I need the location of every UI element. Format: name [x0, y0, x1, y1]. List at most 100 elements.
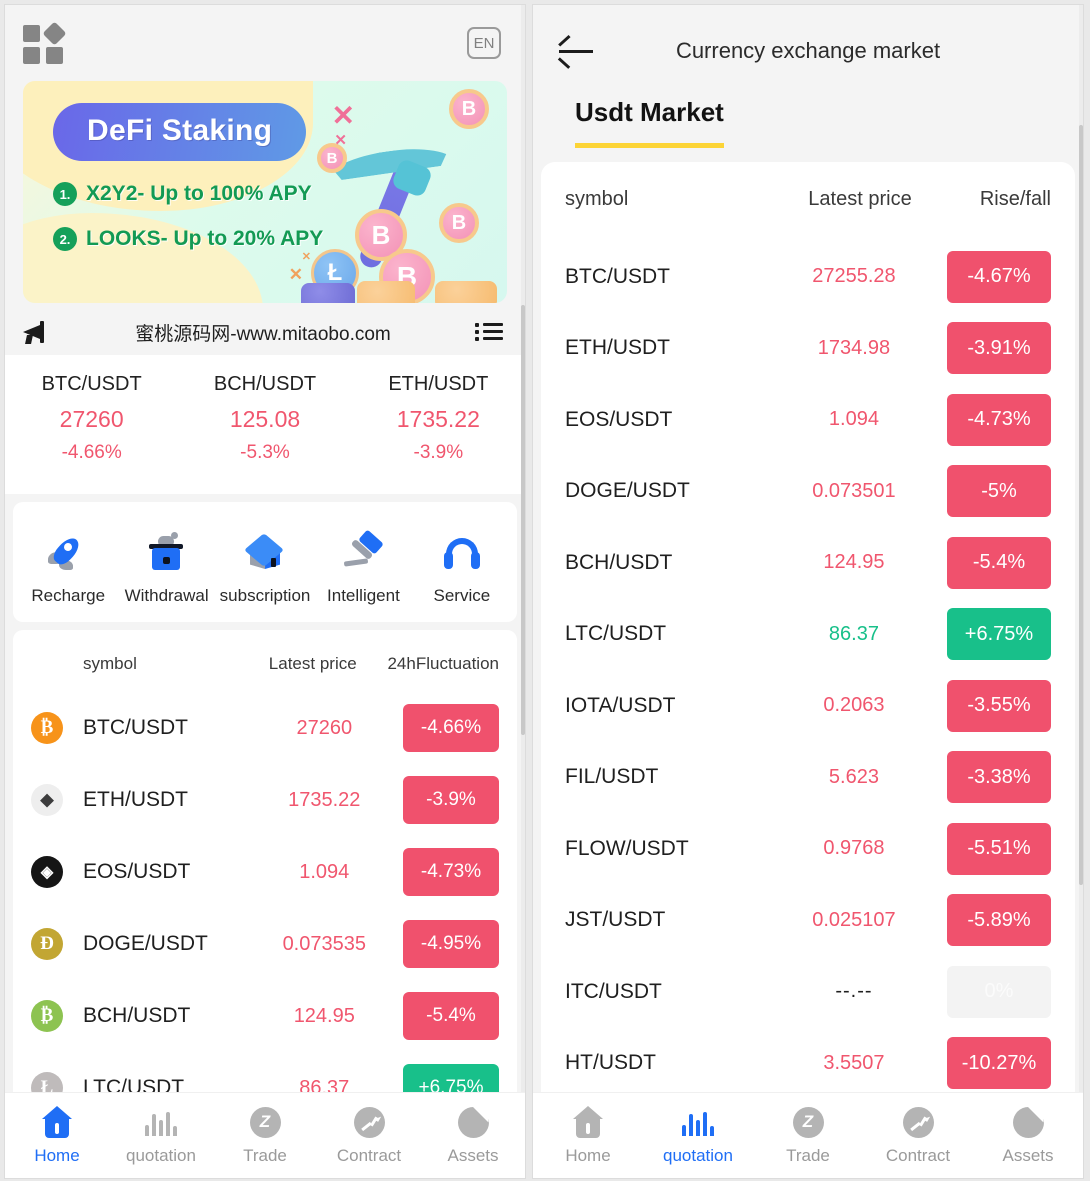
ticker-price: 27260	[59, 406, 124, 432]
row-change-badge: -5.51%	[947, 822, 1051, 875]
table-row[interactable]: ◈ EOS/USDT 1.094 -4.73%	[31, 836, 499, 908]
quick-action-recharge[interactable]: Recharge	[19, 524, 117, 606]
contract-trend-icon	[353, 1106, 385, 1138]
language-button[interactable]: EN	[467, 27, 501, 59]
banner-item-2: 2. LOOKS- Up to 20% APY	[53, 227, 507, 251]
nav-home[interactable]: Home	[533, 1093, 643, 1178]
quick-action-label: Service	[433, 586, 491, 605]
quick-action-intelligent[interactable]: Intelligent	[314, 524, 412, 606]
table-row[interactable]: ◆ ETH/USDT 1735.22 -3.9%	[31, 764, 499, 836]
left-bottom-nav: Home quotation Z Trade Contract Assets	[5, 1092, 525, 1178]
nav-home[interactable]: Home	[5, 1093, 109, 1178]
quick-action-label: Intelligent	[327, 586, 400, 605]
right-bottom-nav: Home quotation Z Trade Contract Assets	[533, 1092, 1083, 1178]
table-row[interactable]: BCH/USDT 124.95 -5.4%	[565, 527, 1051, 599]
right-scroll-area: Currency exchange market Usdt Market sym…	[533, 5, 1083, 1178]
quick-action-subscription[interactable]: subscription	[216, 524, 314, 606]
rocket-icon	[45, 530, 91, 576]
row-change-badge: -3.38%	[947, 751, 1051, 804]
grid-menu-icon[interactable]	[23, 21, 67, 64]
table-row[interactable]: HT/USDT 3.5507 -10.27%	[565, 1028, 1051, 1100]
table-row[interactable]: DOGE/USDT 0.073501 -5%	[565, 456, 1051, 528]
ticker-card[interactable]: ETH/USDT 1735.22 -3.9%	[352, 373, 525, 464]
banner-title: DeFi Staking	[53, 103, 307, 161]
row-price: 86.37	[828, 622, 879, 645]
row-symbol: BCH/USDT	[83, 1004, 191, 1027]
col-price: Latest price	[808, 188, 912, 210]
banner-item-1-number: 1.	[53, 182, 77, 206]
row-price: 0.073535	[282, 932, 366, 955]
bar-chart-icon	[682, 1108, 714, 1136]
row-price: 1.094	[299, 860, 350, 883]
megaphone-icon	[21, 320, 51, 344]
right-header: Currency exchange market	[533, 5, 1083, 97]
nav-label: Home	[565, 1146, 611, 1165]
quick-action-withdrawal[interactable]: Withdrawal	[117, 524, 215, 606]
left-market-list: symbol Latest price 24hFluctuation ₿ BTC…	[13, 630, 517, 1124]
row-change-badge: -5.89%	[947, 894, 1051, 947]
ticker-card[interactable]: BTC/USDT 27260 -4.66%	[5, 373, 178, 464]
nav-assets[interactable]: Assets	[421, 1093, 525, 1178]
ticker-change: -3.9%	[413, 442, 464, 463]
left-phone-panel: EN B B B B B Ł ✕ ✕ ✕ ✕ DeFi Staking 1. X…	[4, 4, 526, 1179]
row-price: 3.5507	[823, 1051, 885, 1074]
table-row[interactable]: ETH/USDT 1734.98 -3.91%	[565, 313, 1051, 385]
tab-usdt-market[interactable]: Usdt Market	[575, 97, 724, 148]
left-topbar: EN	[5, 5, 525, 81]
table-row[interactable]: BTC/USDT 27255.28 -4.67%	[565, 241, 1051, 313]
nav-quotation[interactable]: quotation	[109, 1093, 213, 1178]
row-change-badge: -5%	[947, 465, 1051, 518]
row-change-badge: -3.91%	[947, 322, 1051, 375]
table-row[interactable]: IOTA/USDT 0.2063 -3.55%	[565, 670, 1051, 742]
banner-item-2-text: LOOKS- Up to 20% APY	[86, 227, 324, 250]
nav-contract[interactable]: Contract	[317, 1093, 421, 1178]
coin-stack-orange-2	[435, 281, 497, 303]
table-row[interactable]: EOS/USDT 1.094 -4.73%	[565, 384, 1051, 456]
coin-stack-purple	[301, 283, 355, 303]
row-price: 0.9768	[823, 837, 885, 860]
withdraw-box-icon	[144, 530, 190, 576]
row-change-badge: -4.66%	[403, 704, 499, 752]
left-market-header: symbol Latest price 24hFluctuation	[31, 648, 499, 692]
table-row[interactable]: FIL/USDT 5.623 -3.38%	[565, 742, 1051, 814]
ticker-card[interactable]: BCH/USDT 125.08 -5.3%	[178, 373, 351, 464]
doge-coin-icon: Đ	[31, 928, 63, 960]
row-price: 1735.22	[288, 788, 361, 811]
row-symbol: FLOW/USDT	[565, 836, 689, 860]
left-scrollbar[interactable]	[521, 5, 525, 1178]
nav-label: Assets	[447, 1146, 499, 1165]
ticker-symbol: BCH/USDT	[213, 373, 317, 395]
back-arrow-icon[interactable]	[557, 34, 597, 69]
right-scrollbar[interactable]	[1079, 5, 1083, 1178]
nav-trade[interactable]: Z Trade	[753, 1093, 863, 1178]
row-change-badge: -3.9%	[403, 776, 499, 824]
table-row[interactable]: ₿ BCH/USDT 124.95 -5.4%	[31, 980, 499, 1052]
row-symbol: DOGE/USDT	[83, 932, 208, 955]
quick-action-service[interactable]: Service	[413, 524, 511, 606]
banner-item-1-text: X2Y2- Up to 100% APY	[86, 182, 312, 205]
table-row[interactable]: FLOW/USDT 0.9768 -5.51%	[565, 813, 1051, 885]
announcement-bar[interactable]: 蜜桃源码网-www.mitaobo.com	[5, 309, 525, 355]
table-row[interactable]: ITC/USDT --.-- 0%	[565, 956, 1051, 1028]
table-row[interactable]: LTC/USDT 86.37 +6.75%	[565, 599, 1051, 671]
table-row[interactable]: ₿ BTC/USDT 27260 -4.66%	[31, 692, 499, 764]
list-menu-icon[interactable]	[475, 322, 503, 342]
eth-coin-icon: ◆	[31, 784, 63, 816]
pie-chart-icon	[457, 1106, 489, 1138]
announcement-text: 蜜桃源码网-www.mitaobo.com	[135, 323, 391, 345]
nav-contract[interactable]: Contract	[863, 1093, 973, 1178]
nav-trade[interactable]: Z Trade	[213, 1093, 317, 1178]
ticker-symbol: ETH/USDT	[388, 373, 489, 395]
table-row[interactable]: Đ DOGE/USDT 0.073535 -4.95%	[31, 908, 499, 980]
nav-assets[interactable]: Assets	[973, 1093, 1083, 1178]
row-symbol: EOS/USDT	[565, 407, 673, 431]
ticker-change: -5.3%	[240, 442, 290, 463]
row-change-badge: -4.67%	[947, 250, 1051, 303]
row-price: 0.025107	[812, 908, 896, 931]
dual-phone-screenshot: EN B B B B B Ł ✕ ✕ ✕ ✕ DeFi Staking 1. X…	[0, 0, 1090, 1181]
nav-quotation[interactable]: quotation	[643, 1093, 753, 1178]
table-row[interactable]: JST/USDT 0.025107 -5.89%	[565, 885, 1051, 957]
row-change-badge: -4.73%	[947, 393, 1051, 446]
promo-banner[interactable]: B B B B B Ł ✕ ✕ ✕ ✕ DeFi Staking 1. X2Y2…	[23, 81, 507, 303]
row-symbol: DOGE/USDT	[565, 479, 690, 503]
